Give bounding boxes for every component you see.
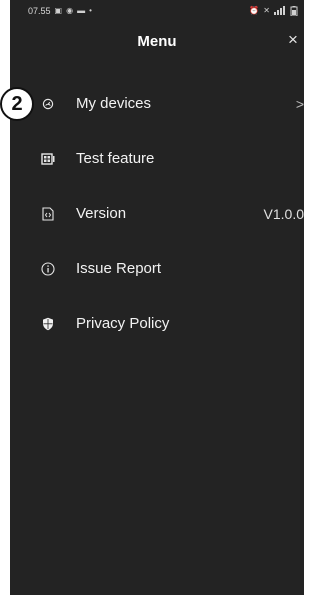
menu-item-label: Privacy Policy — [76, 315, 170, 332]
menu-item-label: My devices — [76, 95, 152, 112]
menu-item-test-feature[interactable]: Test feature — [10, 131, 304, 186]
signal-icon — [274, 6, 285, 15]
image-icon: ▣ — [54, 5, 63, 15]
chat-icon: ▬ — [77, 5, 86, 15]
phone-screen: 07.55 ▣ ◉ ▬ • ⏰ ✕ Menu × My devices > Te… — [10, 0, 304, 595]
code-file-icon — [40, 206, 56, 222]
menu-item-issue-report[interactable]: Issue Report — [10, 241, 304, 296]
dot-icon: • — [89, 5, 92, 15]
menu-item-version[interactable]: Version V1.0.0 — [10, 186, 304, 241]
status-left: 07.55 ▣ ◉ ▬ • — [28, 6, 92, 16]
menu-item-label: Test feature — [76, 150, 155, 167]
menu-list: My devices > Test feature Version V1.0.0… — [10, 76, 304, 351]
status-bar: 07.55 ▣ ◉ ▬ • ⏰ ✕ — [10, 0, 304, 21]
menu-item-label: Version — [76, 205, 127, 222]
record-icon: ◉ — [66, 5, 74, 15]
shield-icon — [40, 316, 56, 332]
menu-item-label: Issue Report — [76, 260, 162, 277]
speedometer-icon — [40, 96, 56, 112]
status-right: ⏰ ✕ — [249, 5, 298, 16]
feature-grid-icon — [40, 151, 56, 167]
info-icon — [40, 261, 56, 277]
step-number-badge: 2 — [0, 87, 34, 121]
chevron-right-icon: > — [295, 95, 304, 112]
mute-icon: ✕ — [263, 5, 270, 15]
alarm-icon: ⏰ — [249, 5, 260, 15]
menu-header: Menu × — [10, 21, 304, 73]
status-time: 07.55 — [28, 5, 51, 16]
close-button[interactable]: × — [288, 30, 304, 50]
step-number: 2 — [11, 92, 23, 115]
menu-item-my-devices[interactable]: My devices > — [10, 76, 304, 131]
version-value: V1.0.0 — [263, 205, 304, 222]
menu-item-privacy-policy[interactable]: Privacy Policy — [10, 296, 304, 351]
battery-icon — [290, 5, 298, 16]
page-title: Menu — [137, 33, 177, 50]
